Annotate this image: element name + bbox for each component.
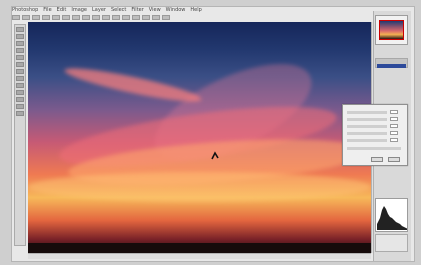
image-canvas[interactable] <box>28 22 371 253</box>
move-tool-icon[interactable] <box>16 27 24 32</box>
horizon-silhouette <box>28 243 371 253</box>
option-button[interactable] <box>62 15 70 20</box>
navigator-panel[interactable] <box>375 15 408 45</box>
dialog-row <box>347 125 387 128</box>
histogram-graph <box>377 206 407 230</box>
option-button[interactable] <box>92 15 100 20</box>
adjustment-dialog[interactable] <box>342 104 408 166</box>
menu-window[interactable]: Window <box>166 7 186 14</box>
dialog-value-field[interactable] <box>390 124 398 128</box>
option-button[interactable] <box>82 15 90 20</box>
option-button[interactable] <box>12 15 20 20</box>
option-button[interactable] <box>22 15 30 20</box>
menu-layer[interactable]: Layer <box>92 7 106 14</box>
horizontal-scrollbar[interactable] <box>28 253 371 259</box>
cloud-streak <box>28 172 371 202</box>
toolbox <box>14 24 26 246</box>
pen-tool-icon[interactable] <box>16 90 24 95</box>
dialog-row <box>347 111 387 114</box>
menu-edit[interactable]: Edit <box>57 7 67 14</box>
option-button[interactable] <box>42 15 50 20</box>
dialog-value-field[interactable] <box>390 138 398 142</box>
option-button[interactable] <box>142 15 150 20</box>
navigator-thumbnail[interactable] <box>379 20 404 40</box>
menu-select[interactable]: Select <box>111 7 126 14</box>
lasso-tool-icon[interactable] <box>16 41 24 46</box>
dialog-slider[interactable] <box>347 147 401 150</box>
ok-button[interactable] <box>388 157 400 162</box>
active-panel-tab[interactable] <box>377 64 406 68</box>
hand-tool-icon[interactable] <box>16 104 24 109</box>
dialog-value-field[interactable] <box>390 117 398 121</box>
option-button[interactable] <box>72 15 80 20</box>
dialog-value-field[interactable] <box>390 131 398 135</box>
brush-tool-icon[interactable] <box>16 55 24 60</box>
zoom-tool-icon[interactable] <box>16 111 24 116</box>
menu-bar: Photoshop File Edit Image Layer Select F… <box>12 7 372 14</box>
menu-image[interactable]: Image <box>71 7 87 14</box>
menu-help[interactable]: Help <box>190 7 201 14</box>
bird-icon <box>211 151 219 160</box>
option-button[interactable] <box>52 15 60 20</box>
dialog-row <box>347 139 387 142</box>
option-button[interactable] <box>122 15 130 20</box>
option-button[interactable] <box>102 15 110 20</box>
gradient-tool-icon[interactable] <box>16 76 24 81</box>
options-bar <box>12 14 372 21</box>
option-button[interactable] <box>132 15 140 20</box>
dodge-tool-icon[interactable] <box>16 83 24 88</box>
cancel-button[interactable] <box>371 157 383 162</box>
crop-tool-icon[interactable] <box>16 48 24 53</box>
cloud-streak <box>62 62 204 108</box>
marquee-tool-icon[interactable] <box>16 34 24 39</box>
option-button[interactable] <box>32 15 40 20</box>
type-tool-icon[interactable] <box>16 97 24 102</box>
panel-footer <box>375 234 408 252</box>
eraser-tool-icon[interactable] <box>16 69 24 74</box>
menu-filter[interactable]: Filter <box>131 7 143 14</box>
option-button[interactable] <box>162 15 170 20</box>
dialog-value-field[interactable] <box>390 110 398 114</box>
dialog-row <box>347 118 387 121</box>
menu-view[interactable]: View <box>149 7 161 14</box>
stamp-tool-icon[interactable] <box>16 62 24 67</box>
option-button[interactable] <box>112 15 120 20</box>
dialog-row <box>347 132 387 135</box>
histogram-panel <box>375 198 408 232</box>
menu-file[interactable]: File <box>43 7 51 14</box>
menu-photoshop[interactable]: Photoshop <box>12 7 38 14</box>
option-button[interactable] <box>152 15 160 20</box>
